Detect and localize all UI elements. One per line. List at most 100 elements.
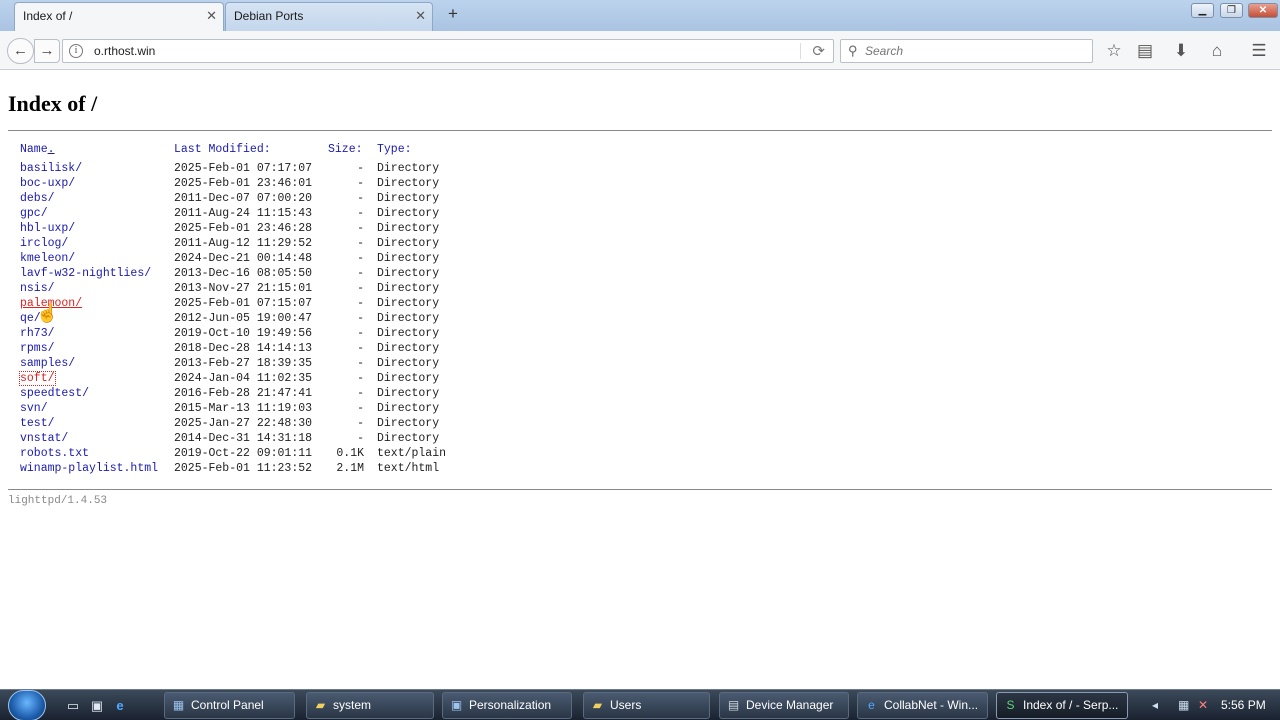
tray-chevron-icon[interactable]: ◂ (1152, 698, 1158, 712)
taskbar-button[interactable]: ▰ Users (583, 692, 710, 719)
search-icon[interactable]: ⚲ (848, 43, 858, 59)
taskbar-button[interactable]: ▣ Personalization (442, 692, 572, 719)
page-content: Index of / Name. Last Modified: Size: Ty… (0, 71, 1280, 689)
url-separator (800, 43, 801, 59)
entry-link[interactable]: test/ (20, 417, 55, 430)
taskbar-button-label: Control Panel (191, 698, 264, 712)
network-icon[interactable]: ▦ (1178, 698, 1189, 712)
entry-link[interactable]: basilisk/ (20, 162, 82, 175)
entry-modified: 2025-Feb-01 07:17:07 (174, 162, 313, 175)
entry-link[interactable]: gpc/ (20, 207, 48, 220)
entry-link[interactable]: soft/ (19, 371, 56, 386)
server-signature: lighttpd/1.4.53 (8, 495, 108, 507)
taskbar-button[interactable]: ▦ Control Panel (164, 692, 295, 719)
new-tab-button[interactable]: + (444, 5, 462, 23)
sort-by-name-link[interactable]: Name. (20, 142, 55, 157)
entry-size: - (357, 222, 364, 235)
entry-size: - (357, 417, 364, 430)
forward-button[interactable]: → (34, 39, 60, 63)
entry-link[interactable]: rpms/ (20, 342, 55, 355)
entry-link[interactable]: rh73/ (20, 327, 55, 340)
menu-icon[interactable]: ☰ (1248, 40, 1270, 62)
entry-type: Directory (377, 327, 440, 340)
start-button[interactable] (8, 690, 46, 720)
ie-icon: e (868, 698, 875, 712)
bookmark-star-icon[interactable]: ☆ (1103, 40, 1125, 62)
close-tab-icon[interactable]: ✕ (206, 9, 217, 23)
entry-size: - (357, 357, 364, 370)
minimize-button[interactable]: ▁ (1191, 3, 1214, 18)
entry-modified: 2024-Jan-04 11:02:35 (174, 372, 313, 385)
taskbar-button[interactable]: S Index of / - Serp... (996, 692, 1128, 719)
entry-link[interactable]: winamp-playlist.html (20, 462, 158, 475)
entry-size: - (357, 237, 364, 250)
entry-type: Directory (377, 357, 440, 370)
url-text[interactable]: o.rthost.win (94, 44, 155, 58)
entry-size: - (357, 327, 364, 340)
url-bar[interactable]: i o.rthost.win ⟳ (62, 39, 834, 63)
volume-muted-icon[interactable]: ✕ (1198, 698, 1208, 712)
entry-size: - (357, 252, 364, 265)
sort-by-modified-link[interactable]: Last Modified: (174, 142, 271, 157)
entry-type: Directory (377, 417, 440, 430)
search-bar[interactable]: ⚲ (840, 39, 1093, 63)
entry-modified: 2024-Dec-21 00:14:48 (174, 252, 313, 265)
entry-type: Directory (377, 282, 440, 295)
entry-link[interactable]: hbl-uxp/ (20, 222, 75, 235)
entry-link[interactable]: speedtest/ (20, 387, 89, 400)
clock[interactable]: 5:56 PM (1221, 698, 1266, 712)
hand-cursor-icon: ☝ (36, 303, 59, 323)
ie-icon[interactable]: e (111, 697, 129, 714)
info-icon[interactable]: i (69, 44, 83, 58)
taskbar: ▭ ▣ e ▦ Control Panel ▰ system ▣ Personalizat… (0, 689, 1280, 720)
entry-type: Directory (377, 177, 440, 190)
entry-modified: 2025-Feb-01 23:46:01 (174, 177, 313, 190)
show-desktop-icon[interactable]: ▭ (64, 697, 82, 714)
tab-index-of[interactable]: Index of / ✕ (14, 2, 224, 31)
entry-link[interactable]: debs/ (20, 192, 55, 205)
restore-button[interactable]: ❐ (1220, 3, 1243, 18)
entry-modified: 2018-Dec-28 14:14:13 (174, 342, 313, 355)
sort-by-type-link[interactable]: Type: (377, 142, 412, 157)
tab-label: Index of / (23, 9, 73, 23)
folder-icon: ▰ (592, 698, 603, 712)
home-icon[interactable]: ⌂ (1206, 40, 1228, 62)
taskbar-button[interactable]: ▰ system (306, 692, 434, 719)
entry-modified: 2013-Dec-16 08:05:50 (174, 267, 313, 280)
back-button[interactable]: ← (7, 38, 34, 64)
sort-by-size-link[interactable]: Size: (328, 142, 364, 157)
taskbar-button[interactable]: ▤ Device Manager (719, 692, 849, 719)
folder-icon: ▰ (315, 698, 326, 712)
entry-link[interactable]: kmeleon/ (20, 252, 75, 265)
entry-link[interactable]: lavf-w32-nightlies/ (20, 267, 151, 280)
entry-modified: 2019-Oct-22 09:01:11 (174, 447, 313, 460)
entry-link[interactable]: irclog/ (20, 237, 68, 250)
entry-size: 2.1M (336, 462, 364, 475)
entry-link[interactable]: robots.txt (20, 447, 89, 460)
entry-type: Directory (377, 252, 440, 265)
taskbar-button[interactable]: e CollabNet - Win... (857, 692, 988, 719)
entry-modified: 2011-Aug-24 11:15:43 (174, 207, 313, 220)
control-panel-icon: ▦ (172, 698, 185, 712)
download-icon[interactable]: ⬇ (1170, 40, 1192, 62)
entry-type: Directory (377, 432, 440, 445)
entry-modified: 2012-Jun-05 19:00:47 (174, 312, 313, 325)
reload-icon[interactable]: ⟳ (812, 42, 825, 60)
entry-modified: 2019-Oct-10 19:49:56 (174, 327, 313, 340)
search-input[interactable] (865, 43, 1085, 59)
entry-link[interactable]: svn/ (20, 402, 48, 415)
taskbar-button-label: CollabNet - Win... (884, 698, 979, 712)
close-tab-icon[interactable]: ✕ (415, 9, 426, 23)
entry-link[interactable]: nsis/ (20, 282, 55, 295)
entry-size: - (357, 387, 364, 400)
tab-debian-ports[interactable]: Debian Ports ✕ (225, 2, 433, 31)
entry-type: Directory (377, 267, 440, 280)
entry-link[interactable]: vnstat/ (20, 432, 68, 445)
reading-list-icon[interactable]: ▤ (1134, 40, 1156, 62)
entry-modified: 2025-Jan-27 22:48:30 (174, 417, 313, 430)
entry-link[interactable]: boc-uxp/ (20, 177, 75, 190)
entry-link[interactable]: samples/ (20, 357, 75, 370)
close-window-button[interactable]: ✕ (1248, 3, 1278, 18)
entry-size: - (357, 312, 364, 325)
switch-windows-icon[interactable]: ▣ (88, 697, 106, 714)
